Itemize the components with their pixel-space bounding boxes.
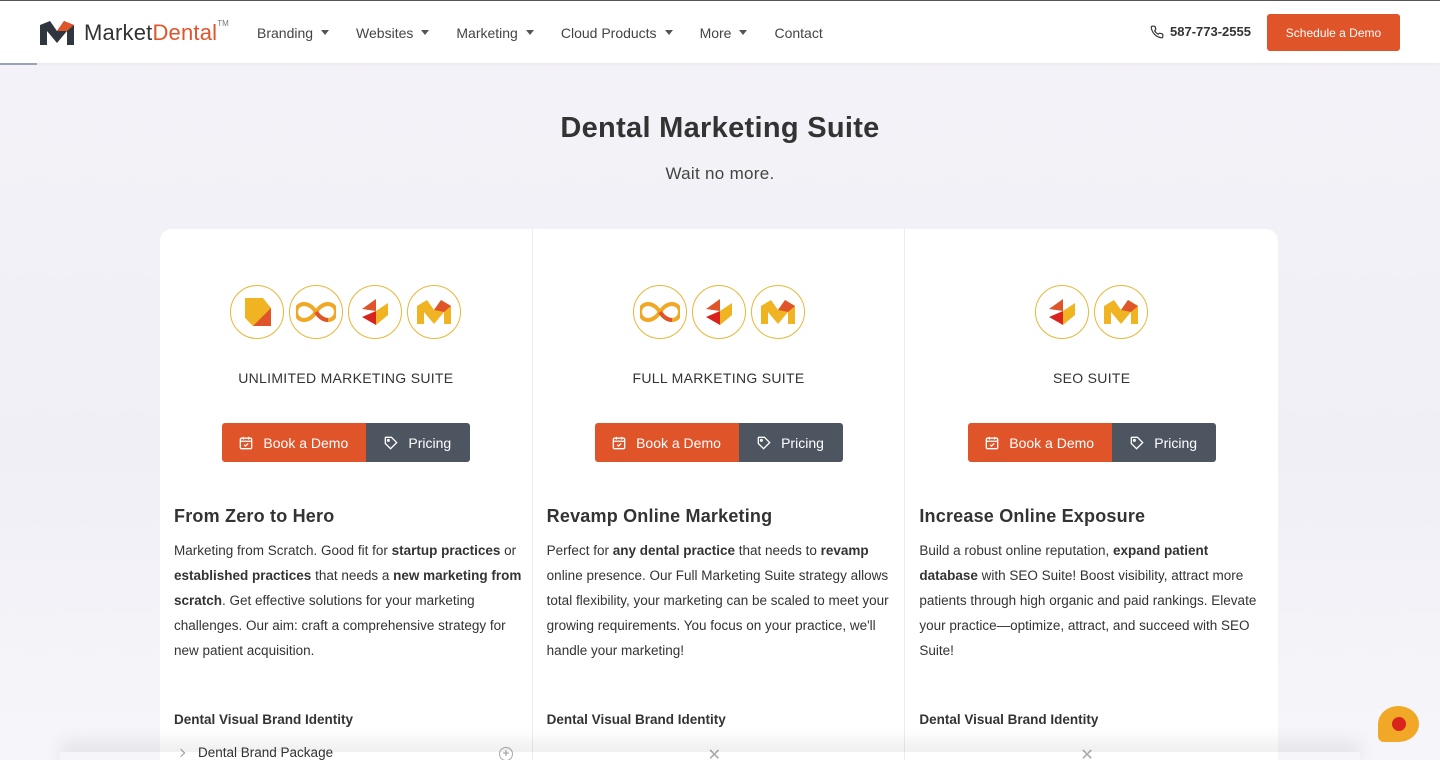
price-tag-icon	[385, 436, 399, 450]
marketdental-logo[interactable]: MarketDental TM	[40, 18, 229, 48]
product-icons	[160, 285, 532, 339]
seo-product-icon	[1035, 285, 1090, 339]
feature-group-heading: Dental Visual Brand Identity	[174, 712, 354, 727]
seo-product-icon	[348, 285, 403, 339]
book-demo-button[interactable]: Book a Demo	[221, 423, 366, 462]
chevron-down-icon	[321, 30, 330, 35]
nav-marketing[interactable]: Marketing	[456, 25, 534, 41]
price-tag-icon	[757, 436, 771, 450]
page-subtitle: Wait no more.	[665, 164, 775, 183]
infinity-product-icon	[632, 285, 687, 339]
plan-description: Perfect for any dental practice that nee…	[547, 538, 895, 663]
plan-card-full: FULL MARKETING SUITE Book a Demo Pricing…	[533, 229, 906, 760]
feature-group-heading: Dental Visual Brand Identity	[546, 712, 726, 727]
plan-actions: Book a Demo Pricing	[905, 423, 1278, 462]
calendar-icon	[240, 436, 253, 449]
logo-text: MarketDental	[84, 20, 218, 45]
product-icons	[905, 285, 1278, 339]
plan-card-seo: SEO SUITE Book a Demo Pricing Increase O…	[905, 229, 1278, 760]
scroll-progress-indicator	[0, 63, 37, 65]
book-demo-button[interactable]: Book a Demo	[594, 423, 739, 462]
marketdental-product-icon	[750, 285, 805, 339]
emphasis-text: any dental practice	[612, 543, 736, 558]
pricing-button[interactable]: Pricing	[365, 423, 470, 462]
plan-name: SEO SUITE	[1052, 370, 1131, 386]
page-title: Dental Marketing Suite	[560, 112, 880, 144]
main-nav: Branding Websites Marketing Cloud Produc…	[257, 1, 850, 64]
emphasis-text: established practices	[174, 568, 312, 583]
plan-name: FULL MARKETING SUITE	[632, 370, 805, 386]
body-text: Perfect for	[546, 543, 613, 558]
phone-link[interactable]: 587-773-2555	[1150, 24, 1251, 39]
sticky-footer-shadow	[60, 752, 1360, 760]
emphasis-text: revamp	[820, 543, 869, 558]
top-navigation-bar: MarketDental TM Branding Websites Market…	[0, 0, 1440, 63]
chevron-down-icon	[525, 30, 534, 35]
plan-heading: Increase Online Exposure	[919, 506, 1146, 526]
book-demo-button[interactable]: Book a Demo	[967, 423, 1112, 462]
nav-more[interactable]: More	[700, 25, 748, 41]
emphasis-text: startup practices	[391, 543, 501, 558]
pricing-button[interactable]: Pricing	[1111, 423, 1216, 462]
calendar-icon	[612, 436, 626, 449]
marketdental-product-icon	[407, 285, 462, 339]
product-icons	[533, 285, 905, 339]
body-text: . Get effective solutions for your marke…	[174, 593, 506, 658]
nav-contact[interactable]: Contact	[774, 25, 822, 41]
chevron-down-icon	[739, 30, 748, 35]
chat-widget-button[interactable]	[1378, 706, 1419, 742]
nav-websites[interactable]: Websites	[356, 25, 430, 41]
chat-icon	[1391, 717, 1406, 731]
schedule-demo-button[interactable]: Schedule a Demo	[1267, 14, 1400, 51]
plan-actions: Book a Demo Pricing	[160, 423, 532, 462]
chevron-down-icon	[664, 30, 673, 35]
body-text: Marketing from Scratch. Good fit for	[174, 543, 392, 558]
plans-panel: UNLIMITED MARKETING SUITE Book a Demo Pr…	[160, 229, 1278, 760]
plan-heading: From Zero to Hero	[174, 506, 335, 526]
logo-m-icon	[40, 21, 74, 45]
plan-heading: Revamp Online Marketing	[546, 506, 773, 526]
feature-group-heading: Dental Visual Brand Identity	[919, 712, 1099, 727]
nav-branding[interactable]: Branding	[257, 25, 330, 41]
body-text: that needs to	[735, 543, 821, 558]
marketdental-product-icon	[1094, 285, 1149, 339]
nav-cloud-products[interactable]: Cloud Products	[561, 25, 673, 41]
chevron-down-icon	[421, 30, 430, 35]
pricing-button[interactable]: Pricing	[738, 423, 843, 462]
trademark-mark: TM	[217, 18, 229, 28]
price-tag-icon	[1130, 436, 1144, 450]
brand-product-icon	[230, 285, 285, 339]
body-text: Build a robust online reputation,	[919, 543, 1113, 558]
seo-product-icon	[691, 285, 746, 339]
calendar-icon	[985, 436, 999, 449]
plan-description: Build a robust online reputation, expand…	[919, 538, 1267, 663]
plan-card-unlimited: UNLIMITED MARKETING SUITE Book a Demo Pr…	[160, 229, 533, 760]
plan-description: Marketing from Scratch. Good fit for sta…	[174, 538, 522, 663]
phone-number: 587-773-2555	[1170, 24, 1251, 39]
body-text: that needs a	[311, 568, 394, 583]
plan-actions: Book a Demo Pricing	[533, 423, 905, 462]
plan-name: UNLIMITED MARKETING SUITE	[238, 370, 454, 386]
phone-icon	[1150, 25, 1164, 38]
infinity-product-icon	[289, 285, 344, 339]
body-text: or	[500, 543, 517, 558]
body-text: online presence. Our Full Marketing Suit…	[546, 568, 889, 658]
